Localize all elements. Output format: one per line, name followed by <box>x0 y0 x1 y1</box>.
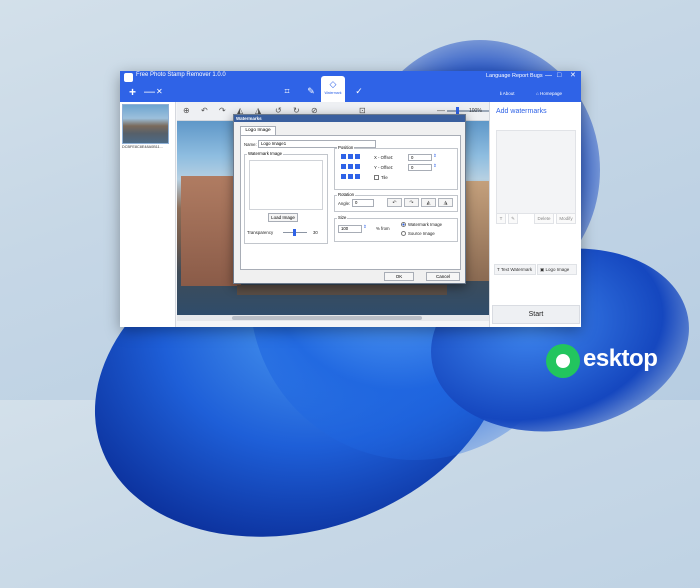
ok-button[interactable]: OK <box>384 272 414 281</box>
brand-watermark: esktop <box>583 345 658 372</box>
y-offset-stepper[interactable]: ⇕ <box>433 163 437 169</box>
dialog-title: Watermarks <box>234 115 465 122</box>
position-top-center[interactable] <box>348 154 353 159</box>
rotate-right-button[interactable]: ↷ <box>404 198 419 207</box>
name-input[interactable]: Logo Image1 <box>258 140 376 148</box>
zoom-level: 100% <box>469 108 482 114</box>
brand-logo-icon <box>546 344 580 378</box>
thumbnail-panel: DCBFE8C8E48A0B11... <box>120 102 176 327</box>
minimize-button[interactable]: — <box>545 72 552 80</box>
logo-image-button[interactable]: ▣ Logo Image <box>537 264 577 275</box>
maximize-button[interactable]: □ <box>557 72 561 80</box>
photo-building <box>181 176 241 286</box>
modify-button[interactable]: Modify <box>556 213 576 224</box>
delete-button[interactable]: Delete <box>534 213 554 224</box>
watermark-list[interactable] <box>496 130 576 214</box>
name-label: Name: <box>244 142 257 147</box>
position-middle-left[interactable] <box>341 164 346 169</box>
logo-preview <box>249 160 323 210</box>
transparency-value: 30 <box>313 230 318 235</box>
thumbnail-caption: DCBFE8C8E48A0B11... <box>122 145 163 149</box>
rotate-left-icon[interactable]: ↶ <box>201 106 208 116</box>
watermark-image-option: Watermark Image <box>408 222 442 227</box>
x-offset-stepper[interactable]: ⇕ <box>433 153 437 159</box>
size-group-title: Size <box>337 215 348 220</box>
load-image-button[interactable]: Load Image <box>268 213 298 222</box>
logo-image-label: Logo Image <box>545 267 570 272</box>
watermarks-dialog: Watermarks Logo Image Name: Logo Image1 … <box>233 114 466 284</box>
flip-vertical-button[interactable]: ◭ <box>421 198 436 207</box>
tile-checkbox[interactable] <box>374 175 379 180</box>
title-bar: Free Photo Stamp Remover 1.0.0 + — ✕ ⌗ ✎… <box>120 71 581 102</box>
rotate-left-button[interactable]: ↶ <box>387 198 402 207</box>
position-bottom-right[interactable] <box>355 174 360 179</box>
edit-button[interactable]: ✎ <box>508 213 518 224</box>
tile-label: Tile <box>381 175 388 180</box>
position-bottom-center[interactable] <box>348 174 353 179</box>
percent-from-label: % from <box>376 226 390 231</box>
watermark-image-group-title: Watermark Image <box>247 151 283 156</box>
angle-label: Angle: <box>338 201 351 206</box>
rotate-right-icon[interactable]: ↷ <box>219 106 226 116</box>
watermark-panel: Add watermarks T ✎ Delete Modify T Text … <box>489 102 581 327</box>
x-offset-input[interactable]: 0 <box>408 154 432 161</box>
dialog-body: Name: Logo Image1 Watermark Image Load I… <box>240 135 461 270</box>
position-middle-right[interactable] <box>355 164 360 169</box>
watermark-tool-label: Watermark <box>324 91 342 95</box>
rotation-group-title: Rotation <box>337 192 356 197</box>
about-link[interactable]: ℹ About <box>500 91 514 97</box>
source-image-option: Source Image <box>408 231 435 236</box>
y-offset-input[interactable]: 0 <box>408 164 432 171</box>
text-button[interactable]: T <box>496 213 506 224</box>
source-image-radio[interactable] <box>401 231 406 236</box>
homepage-link[interactable]: ⌂ Homepage <box>536 91 562 96</box>
scrollbar-thumb[interactable] <box>232 316 422 320</box>
photo-bridge <box>237 285 447 295</box>
position-bottom-left[interactable] <box>341 174 346 179</box>
droplet-icon: ◇ <box>329 79 337 89</box>
size-input[interactable]: 100 <box>338 225 362 233</box>
clear-button[interactable]: ✕ <box>156 87 163 97</box>
watermark-image-radio[interactable] <box>401 222 406 227</box>
x-offset-label: X - Offset: <box>374 155 394 160</box>
watermark-tool-button[interactable]: ◇ Watermark <box>321 76 345 102</box>
brush-tool-icon[interactable]: ✓ <box>348 82 370 100</box>
position-top-right[interactable] <box>355 154 360 159</box>
y-offset-label: Y - Offset: <box>374 165 394 170</box>
size-stepper[interactable]: ⇕ <box>363 224 367 230</box>
cancel-button[interactable]: Cancel <box>426 272 460 281</box>
crop-tool-icon[interactable]: ⌗ <box>276 82 298 100</box>
position-center[interactable] <box>348 164 353 169</box>
text-watermark-label: Text Watermark <box>500 267 533 272</box>
add-photo-button[interactable]: + <box>129 86 136 98</box>
app-icon <box>124 73 133 82</box>
position-top-left[interactable] <box>341 154 346 159</box>
transparency-label: Transparency <box>247 230 274 235</box>
window-close-button[interactable]: ✕ <box>570 72 576 80</box>
start-button[interactable]: Start <box>492 305 580 324</box>
position-group-title: Position <box>337 145 355 150</box>
move-icon[interactable]: ⊕ <box>183 106 190 116</box>
tab-logo-image[interactable]: Logo Image <box>240 126 276 135</box>
pen-tool-icon[interactable]: ✎ <box>300 82 322 100</box>
flip-horizontal-button[interactable]: ◮ <box>438 198 453 207</box>
about-label: About <box>502 91 515 96</box>
angle-input[interactable]: 0 <box>352 199 374 207</box>
homepage-label: Homepage <box>539 91 562 96</box>
panel-title: Add watermarks <box>496 108 547 115</box>
app-title: Free Photo Stamp Remover 1.0.0 <box>136 72 226 78</box>
remove-photo-button[interactable]: — <box>144 86 155 98</box>
photo-thumbnail[interactable] <box>122 104 169 144</box>
text-watermark-button[interactable]: T Text Watermark <box>494 264 536 275</box>
language-menu[interactable]: Language Report Bugs <box>486 73 543 79</box>
transparency-slider-handle[interactable] <box>293 229 296 236</box>
